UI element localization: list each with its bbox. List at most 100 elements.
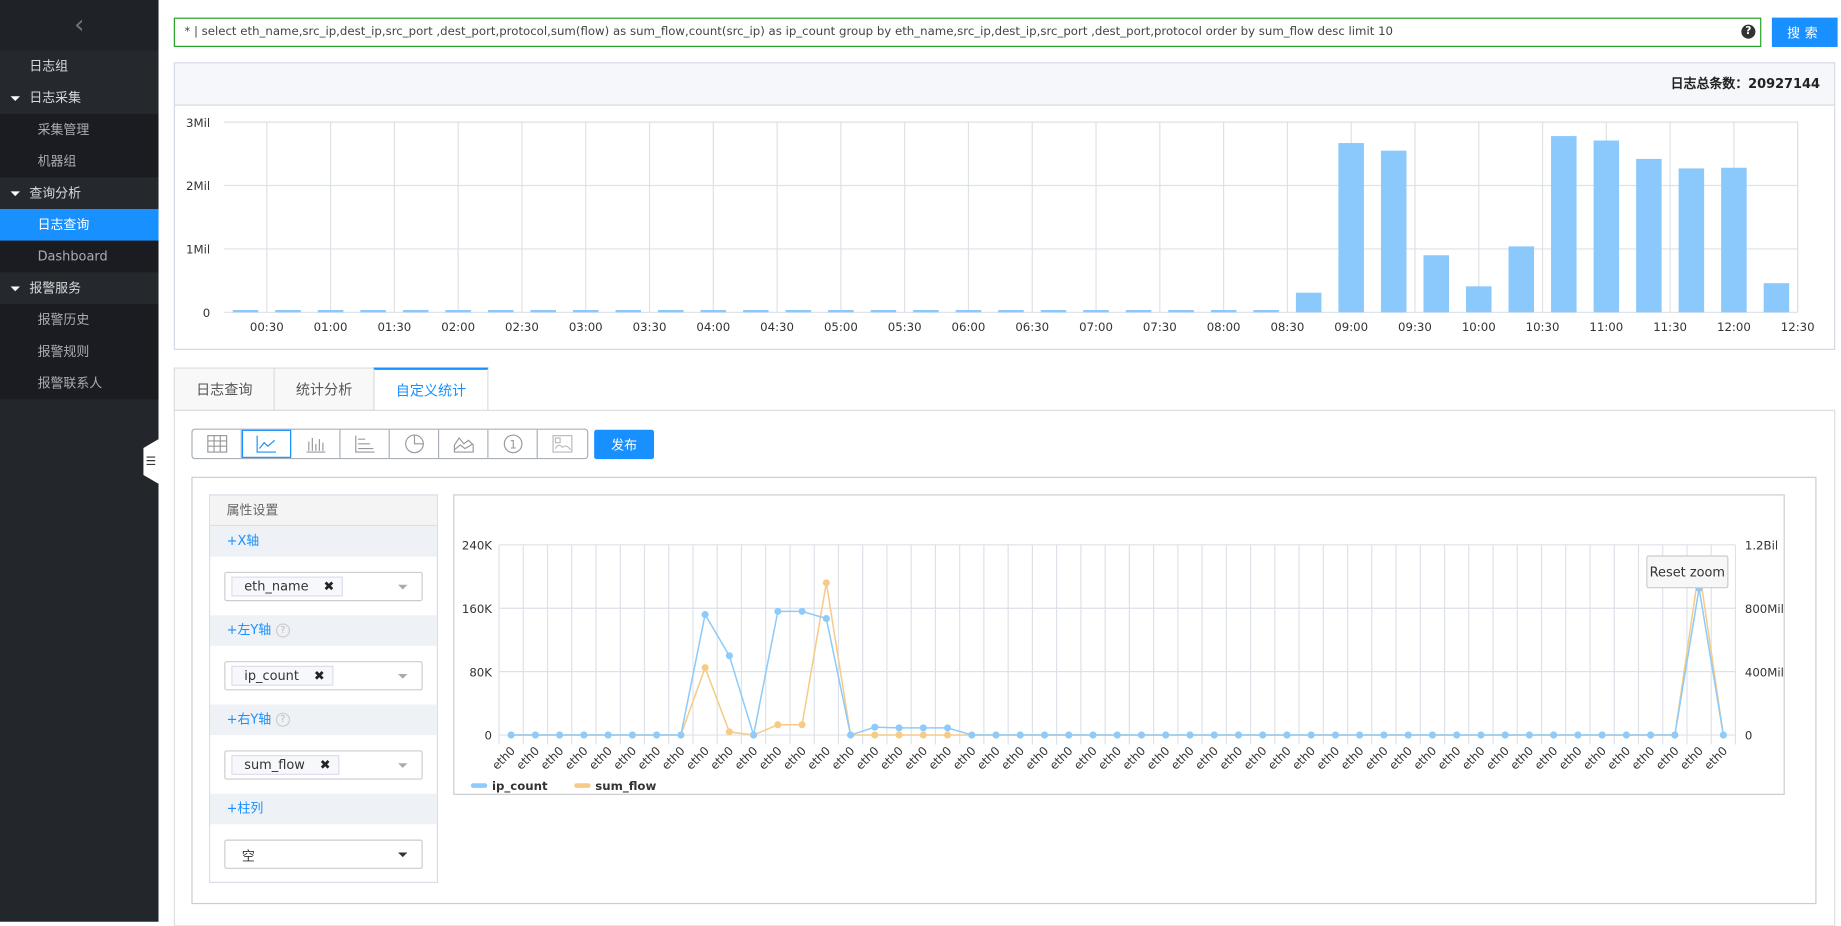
x-tick-label: eth0 [877, 744, 906, 773]
remove-icon[interactable]: ✖ [314, 667, 325, 685]
x-tick-label: eth0 [1459, 744, 1488, 773]
remove-icon[interactable]: ✖ [324, 578, 335, 596]
legend-item-sum_flow: sum_flow [595, 779, 656, 794]
sidebar-item[interactable]: 机器组 [0, 145, 159, 178]
area-chart-icon[interactable] [439, 429, 489, 458]
column-section[interactable]: +柱列 [210, 793, 437, 825]
left-y-axis-select[interactable]: ip_count ✖ [224, 661, 423, 691]
x-tick-label: eth0 [1144, 744, 1173, 773]
histogram-bar [955, 309, 982, 313]
table-icon[interactable] [193, 429, 242, 458]
tab-statistics[interactable]: 统计分析 [273, 367, 375, 411]
pie-chart-icon[interactable] [390, 429, 440, 458]
data-point-sum_flow [774, 721, 782, 729]
bar-chart-icon[interactable] [291, 429, 341, 458]
search-input[interactable]: * | select eth_name,src_ip,dest_ip,src_p… [173, 17, 1762, 47]
column-select[interactable]: 空 [224, 839, 423, 869]
search-query-text: * | select eth_name,src_ip,dest_ip,src_p… [184, 25, 1394, 39]
x-axis-select[interactable]: eth_name ✖ [224, 571, 423, 602]
right-y-axis-select[interactable]: sum_flow ✖ [224, 750, 423, 780]
help-icon[interactable]: ? [1741, 24, 1756, 39]
field-tag-label: ip_count [244, 668, 299, 684]
data-point-ip_count [1016, 731, 1024, 739]
x-tick-label: eth0 [756, 744, 785, 773]
x-tick-label: 08:00 [1207, 320, 1241, 334]
x-axis-section[interactable]: +X轴 [210, 526, 437, 557]
histogram-bar [487, 309, 514, 313]
x-tick-label: eth0 [1071, 744, 1100, 773]
chevron-left-icon[interactable]: ‹ [0, 0, 159, 51]
x-tick-label: eth0 [804, 744, 833, 773]
data-point-ip_count [1647, 731, 1655, 739]
histogram-chart[interactable]: 0 1Mil 2Mil 3Mil 00:30 01:00 01:30 02:00 02:30 03… [175, 106, 1834, 349]
question-icon[interactable]: ? [275, 712, 290, 727]
x-tick-label: eth0 [1435, 744, 1464, 773]
sidebar-item[interactable]: 报警规则 [0, 335, 159, 368]
sidebar-item[interactable]: 日志查询 [0, 209, 159, 241]
x-tick-label: eth0 [1580, 744, 1609, 773]
data-point-ip_count [580, 731, 588, 739]
x-tick-label: eth0 [1362, 744, 1391, 773]
reset-zoom-button[interactable]: Reset zoom [1646, 555, 1729, 589]
data-point-ip_count [968, 731, 976, 739]
data-point-ip_count [604, 731, 612, 739]
right-y-tick-label: 400Mil [1745, 665, 1784, 679]
x-tick-label: eth0 [562, 744, 591, 773]
right-y-axis-label: +右Y轴 [226, 711, 272, 727]
histogram-bar [1380, 150, 1407, 313]
data-point-ip_count [1186, 731, 1194, 739]
sidebar-item[interactable]: 报警历史 [0, 304, 159, 336]
data-point-ip_count [701, 611, 709, 619]
sidebar-item[interactable]: 查询分析 [0, 177, 159, 210]
x-tick-label: eth0 [489, 744, 518, 773]
search-button[interactable]: 搜索 [1771, 17, 1838, 47]
data-point-ip_count [750, 731, 758, 739]
sidebar-item[interactable]: 日志采集 [0, 82, 159, 114]
histogram-bar [1466, 286, 1492, 313]
histogram-bar [1551, 136, 1577, 313]
histogram-bar [1636, 158, 1662, 313]
publish-button[interactable]: 发布 [594, 429, 655, 460]
right-y-axis-section[interactable]: +右Y轴? [210, 704, 437, 736]
data-point-ip_count [1380, 731, 1388, 739]
line-chart-icon[interactable] [241, 429, 292, 458]
menu-toggle-handle[interactable]: ☰ [143, 439, 159, 484]
data-point-sum_flow [944, 731, 952, 739]
data-point-ip_count [992, 731, 1000, 739]
tab-custom-statistics[interactable]: 自定义统计 [373, 367, 489, 411]
data-point-ip_count [1453, 731, 1461, 739]
log-total-value: 20927144 [1748, 76, 1821, 92]
line-chart[interactable]: 0 080K 400Mil160K 800Mil240K 1.2Bileth0eth0e… [454, 496, 1784, 795]
tab-bar: 日志查询 统计分析 自定义统计 [173, 367, 489, 411]
x-tick-label: 07:00 [1079, 320, 1113, 334]
chevron-down-icon [398, 852, 408, 858]
histogram-bar [1210, 309, 1237, 313]
data-point-sum_flow [701, 664, 709, 672]
chevron-down-icon [398, 673, 408, 679]
y-tick-label: 2Mil [186, 179, 210, 193]
histogram-bar [1295, 292, 1322, 313]
property-settings: 属性设置 +X轴 eth_name ✖ +左Y轴? ip_count ✖ +右Y轴?… [209, 494, 438, 883]
data-point-ip_count [1622, 731, 1630, 739]
histogram-bar [317, 309, 344, 313]
data-point-sum_flow [822, 579, 830, 587]
sidebar-item[interactable]: 日志组 [0, 50, 159, 83]
sidebar-item[interactable]: 报警服务 [0, 272, 159, 305]
x-tick-label: eth0 [1629, 744, 1658, 773]
question-icon[interactable]: ? [275, 623, 290, 638]
data-point-sum_flow [919, 731, 927, 739]
sidebar-item[interactable]: 采集管理 [0, 113, 159, 146]
histogram-bar [402, 309, 429, 313]
tab-log-query[interactable]: 日志查询 [173, 367, 275, 411]
sidebar-item[interactable]: 报警联系人 [0, 367, 159, 400]
x-tick-label: 06:30 [1015, 320, 1049, 334]
column-chart-icon[interactable] [341, 429, 390, 458]
sidebar-item[interactable]: Dashboard [0, 240, 159, 273]
remove-icon[interactable]: ✖ [320, 756, 331, 774]
data-point-ip_count [1671, 731, 1679, 739]
left-y-axis-section[interactable]: +左Y轴? [210, 615, 437, 646]
number-icon[interactable]: 1 [488, 429, 538, 458]
map-icon[interactable] [538, 430, 587, 458]
data-point-ip_count [507, 731, 515, 739]
data-point-ip_count [725, 652, 733, 660]
